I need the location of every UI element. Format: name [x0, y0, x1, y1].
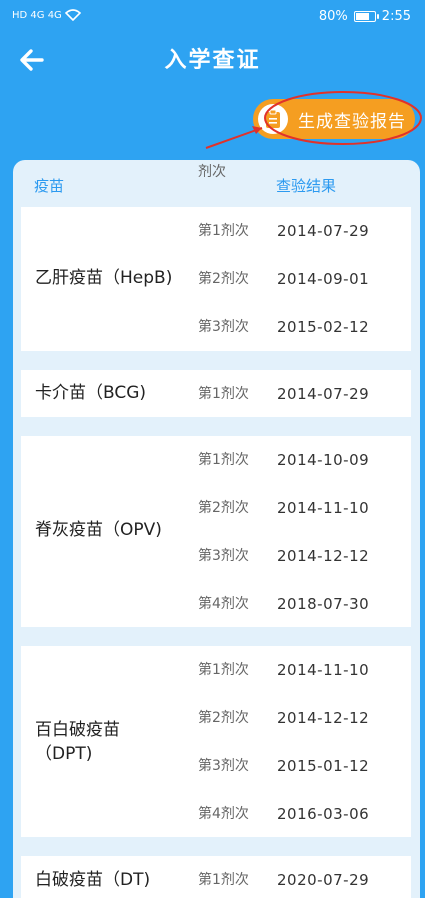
signal-icon: HD 4G 4G — [12, 9, 62, 21]
table-header: 疫苗 剂次 查验结果 — [13, 160, 420, 207]
dose-date: 2016-03-06 — [277, 805, 370, 823]
vaccine-row-dpt: 百白破疫苗 （DPT) 第1剂次 2014-11-10 第2剂次 2014-12… — [21, 646, 411, 837]
column-dose: 剂次 — [198, 164, 226, 180]
dose-label: 第1剂次 — [198, 872, 249, 888]
battery-icon — [353, 11, 379, 22]
dose-label: 第4剂次 — [198, 596, 249, 612]
dose-row: 第1剂次 2020-07-29 — [21, 868, 411, 892]
dose-date: 2018-07-30 — [277, 595, 370, 613]
dose-date: 2014-12-12 — [277, 547, 370, 565]
dose-label: 第2剂次 — [198, 710, 249, 726]
dose-label: 第1剂次 — [198, 386, 249, 402]
dose-label: 第3剂次 — [198, 319, 249, 335]
status-bar: HD 4G 4G 80% 2:55 — [0, 0, 425, 36]
vaccine-name: 脊灰疫苗（OPV) — [35, 520, 162, 540]
dose-row: 第1剂次 2014-07-29 — [21, 219, 411, 243]
dose-label: 第4剂次 — [198, 806, 249, 822]
vaccine-row-dt: 白破疫苗（DT) 第1剂次 2020-07-29 — [21, 856, 411, 898]
dose-label: 第2剂次 — [198, 500, 249, 516]
dose-row: 第3剂次 2014-12-12 — [21, 544, 411, 568]
dose-row: 第1剂次 2014-11-10 — [21, 658, 411, 682]
dose-date: 2014-07-29 — [277, 385, 370, 403]
dose-label: 第3剂次 — [198, 548, 249, 564]
dose-date: 2014-11-10 — [277, 661, 370, 679]
signal-indicators: HD 4G 4G — [12, 9, 81, 21]
dose-date: 2015-02-12 — [277, 318, 370, 336]
dose-date: 2014-11-10 — [277, 499, 370, 517]
dose-label: 第1剂次 — [198, 223, 249, 239]
dose-row: 第3剂次 2015-02-12 — [21, 315, 411, 339]
vaccine-row-bcg: 卡介苗（BCG) 第1剂次 2014-07-29 — [21, 370, 411, 417]
dose-row: 第2剂次 2014-12-12 — [21, 706, 411, 730]
dose-label: 第2剂次 — [198, 271, 249, 287]
status-right: 80% 2:55 — [319, 9, 411, 24]
dose-row: 第1剂次 2014-10-09 — [21, 448, 411, 472]
dose-row: 第4剂次 2018-07-30 — [21, 592, 411, 616]
dose-label: 第1剂次 — [198, 452, 249, 468]
dose-label: 第1剂次 — [198, 662, 249, 678]
dose-date: 2014-10-09 — [277, 451, 370, 469]
dose-row: 第2剂次 2014-09-01 — [21, 267, 411, 291]
dose-row: 第2剂次 2014-11-10 — [21, 496, 411, 520]
battery-percent: 80% — [318, 9, 348, 24]
dose-date: 2014-07-29 — [277, 222, 370, 240]
dose-row: 第4剂次 2016-03-06 — [21, 802, 411, 826]
wifi-icon — [64, 9, 81, 21]
generate-report-label: 生成查验报告 — [298, 111, 406, 132]
dose-row: 第3剂次 2015-01-12 — [21, 754, 411, 778]
vaccine-row-hepb: 乙肝疫苗（HepB) 第1剂次 2014-07-29 第2剂次 2014-09-… — [21, 207, 411, 351]
column-result: 查验结果 — [276, 177, 337, 195]
generate-report-button[interactable]: 生成查验报告 — [253, 99, 415, 139]
app-header: 入学查证 — [0, 36, 425, 84]
dose-row: 第1剂次 2014-07-29 — [21, 382, 411, 406]
dose-date: 2014-09-01 — [277, 270, 370, 288]
dose-date: 2020-07-29 — [277, 871, 370, 889]
dose-label: 第3剂次 — [198, 758, 249, 774]
clock: 2:55 — [381, 9, 411, 24]
vaccine-table: 疫苗 剂次 查验结果 乙肝疫苗（HepB) 第1剂次 2014-07-29 第2… — [13, 160, 420, 898]
column-vaccine: 疫苗 — [34, 177, 65, 195]
dose-date: 2015-01-12 — [277, 757, 370, 775]
dose-date: 2014-12-12 — [277, 709, 370, 727]
vaccine-row-opv: 脊灰疫苗（OPV) 第1剂次 2014-10-09 第2剂次 2014-11-1… — [21, 436, 411, 627]
page-title: 入学查证 — [164, 48, 261, 73]
clipboard-icon — [258, 104, 288, 134]
